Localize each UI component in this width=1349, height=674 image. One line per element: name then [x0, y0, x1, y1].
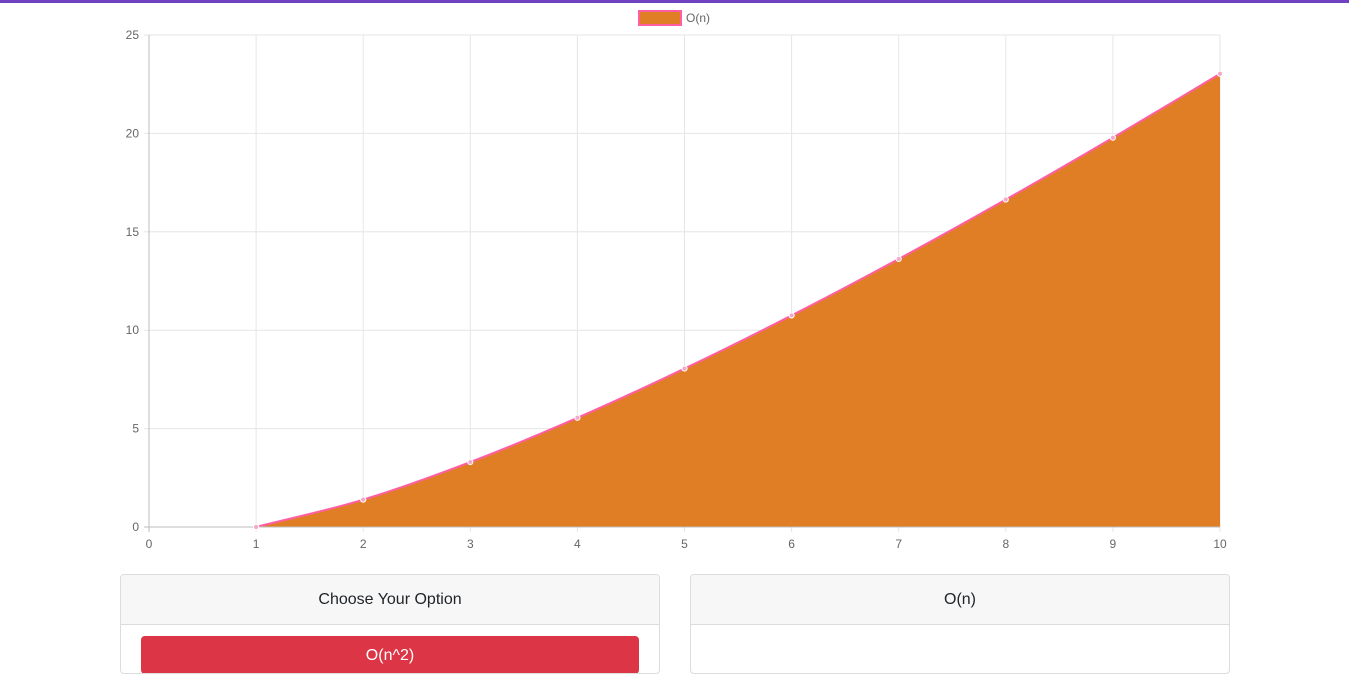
options-panel: Choose Your Option O(n^2): [120, 574, 660, 674]
data-point[interactable]: [788, 312, 795, 319]
y-tick-label: 15: [126, 225, 140, 239]
x-tick-label: 0: [146, 537, 153, 551]
x-tick-label: 7: [895, 537, 902, 551]
result-panel: O(n): [690, 574, 1230, 674]
area-layer: [255, 72, 1221, 528]
x-tick-label: 6: [788, 537, 795, 551]
x-tick-label: 5: [681, 537, 688, 551]
x-tick-label: 3: [467, 537, 474, 551]
option-button[interactable]: O(n^2): [141, 636, 639, 673]
y-tick-label: 5: [132, 422, 139, 436]
data-point[interactable]: [253, 523, 260, 531]
x-tick-label: 4: [574, 537, 581, 551]
x-tick-label: 10: [1213, 537, 1227, 551]
legend-label[interactable]: O(n): [686, 11, 710, 25]
data-point[interactable]: [1002, 196, 1009, 203]
data-point[interactable]: [574, 414, 581, 421]
legend[interactable]: O(n): [638, 10, 710, 26]
x-tick-label: 1: [253, 537, 260, 551]
data-point[interactable]: [1216, 70, 1224, 77]
series-area: [256, 73, 1221, 528]
data-point[interactable]: [681, 365, 688, 372]
x-tick-label: 9: [1110, 537, 1117, 551]
legend-swatch[interactable]: [638, 10, 682, 26]
y-tick-label: 25: [126, 28, 140, 42]
y-tick-label: 0: [132, 520, 139, 534]
y-tick-label: 20: [126, 126, 140, 140]
data-point[interactable]: [360, 496, 367, 503]
data-point[interactable]: [895, 255, 902, 263]
x-tick-label: 2: [360, 537, 367, 551]
x-tick-label: 8: [1002, 537, 1009, 551]
options-panel-header: Choose Your Option: [121, 575, 659, 625]
data-point[interactable]: [1109, 134, 1117, 141]
y-tick-label: 10: [126, 323, 140, 337]
complexity-chart: 0 1 2 3 4 5 6 7 8 9 10 0 5 10 15 20 25 O(n): [126, 10, 1227, 551]
result-panel-header: O(n): [691, 575, 1229, 625]
data-point[interactable]: [467, 458, 474, 466]
